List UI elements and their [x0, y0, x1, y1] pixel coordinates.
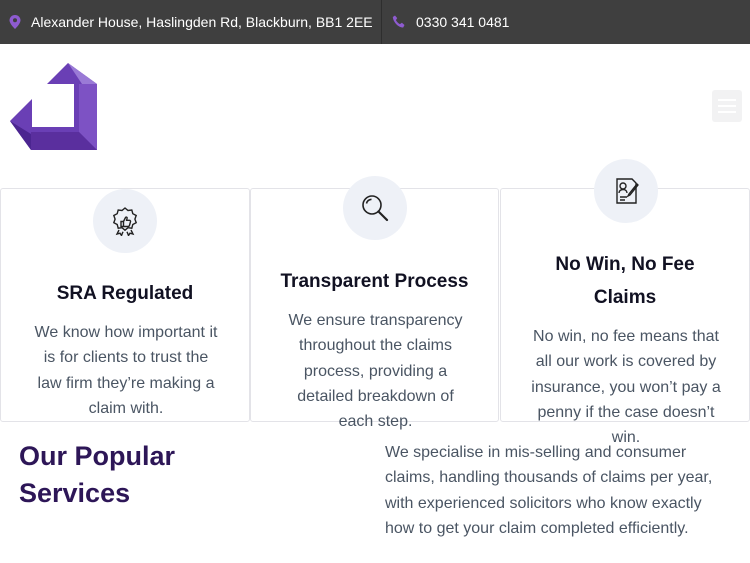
services-description: We specialise in mis-selling and consume… [385, 440, 730, 541]
magnifier-icon [362, 195, 389, 222]
certified-badge-icon [112, 207, 138, 236]
company-logo[interactable] [9, 62, 99, 152]
feature-description-line: law firm they’re making a [37, 374, 215, 392]
feature-description: We know how important it is for clients … [1, 320, 251, 421]
hamburger-menu-icon [718, 99, 736, 101]
feature-description-line: throughout the claims [299, 337, 452, 355]
phone-icon [392, 15, 405, 28]
feature-description-line: detailed breakdown of [297, 387, 454, 405]
feature-icon-wrapper [343, 176, 407, 240]
feature-icon-wrapper [594, 159, 658, 223]
feature-title-line: Claims [593, 287, 657, 308]
contract-document-icon [616, 178, 639, 204]
top-contact-bar: Alexander House, Haslingden Rd, Blackbur… [0, 0, 750, 44]
feature-description-line: penny if the case doesn’t [537, 403, 715, 421]
services-description-line: claims, handling thousands of claims per… [385, 469, 713, 487]
services-heading-line: Our Popular [19, 441, 176, 471]
feature-description-line: all our work is covered by [535, 353, 717, 371]
address-link[interactable]: Alexander House, Haslingden Rd, Blackbur… [9, 0, 373, 44]
feature-description-line: claim with. [88, 399, 164, 417]
feature-description-line: No win, no fee means that [533, 328, 719, 345]
feature-title: SRA Regulated [56, 283, 194, 304]
feature-description-line: We know how important it [34, 324, 218, 341]
phone-number: 0330 341 0481 [416, 14, 510, 30]
topbar-divider [381, 0, 382, 44]
feature-card-sra-regulated: SRA Regulated We know how important it i… [0, 188, 250, 422]
feature-description-line: process, providing a [303, 362, 448, 380]
services-description-line: with experienced solicitors who know exa… [385, 494, 702, 512]
feature-description: No win, no fee means that all our work i… [501, 324, 750, 450]
services-heading-line: Services [19, 478, 131, 508]
feature-description-line: is for clients to trust the [43, 349, 209, 367]
feature-title: Transparent Process [280, 271, 469, 292]
address-text: Alexander House, Haslingden Rd, Blackbur… [31, 14, 373, 30]
feature-card-transparent-process: Transparent Process We ensure transparen… [250, 176, 499, 430]
services-description-line: how to get your claim completed efficien… [385, 519, 689, 537]
feature-icon-wrapper [93, 189, 157, 253]
phone-link[interactable]: 0330 341 0481 [392, 0, 509, 44]
logo-mark-icon [10, 63, 97, 150]
services-description-line: We specialise in mis-selling and consume… [385, 444, 687, 461]
hamburger-menu-icon [718, 105, 736, 107]
menu-toggle-button[interactable] [712, 90, 742, 122]
map-pin-icon [9, 15, 21, 29]
hamburger-menu-icon [718, 111, 736, 113]
feature-title-line: No Win, No Fee [555, 254, 695, 275]
feature-title: No Win, No Fee Claims [501, 248, 749, 314]
services-heading: Our Popular Services [19, 438, 219, 512]
feature-description-line: each step. [338, 413, 413, 431]
feature-card-no-win-no-fee: No Win, No Fee Claims No win, no fee mea… [500, 159, 750, 446]
feature-description-line: We ensure transparency [288, 312, 463, 329]
feature-description: We ensure transparency throughout the cl… [251, 308, 500, 434]
feature-description-line: insurance, you won’t pay a [531, 378, 721, 396]
